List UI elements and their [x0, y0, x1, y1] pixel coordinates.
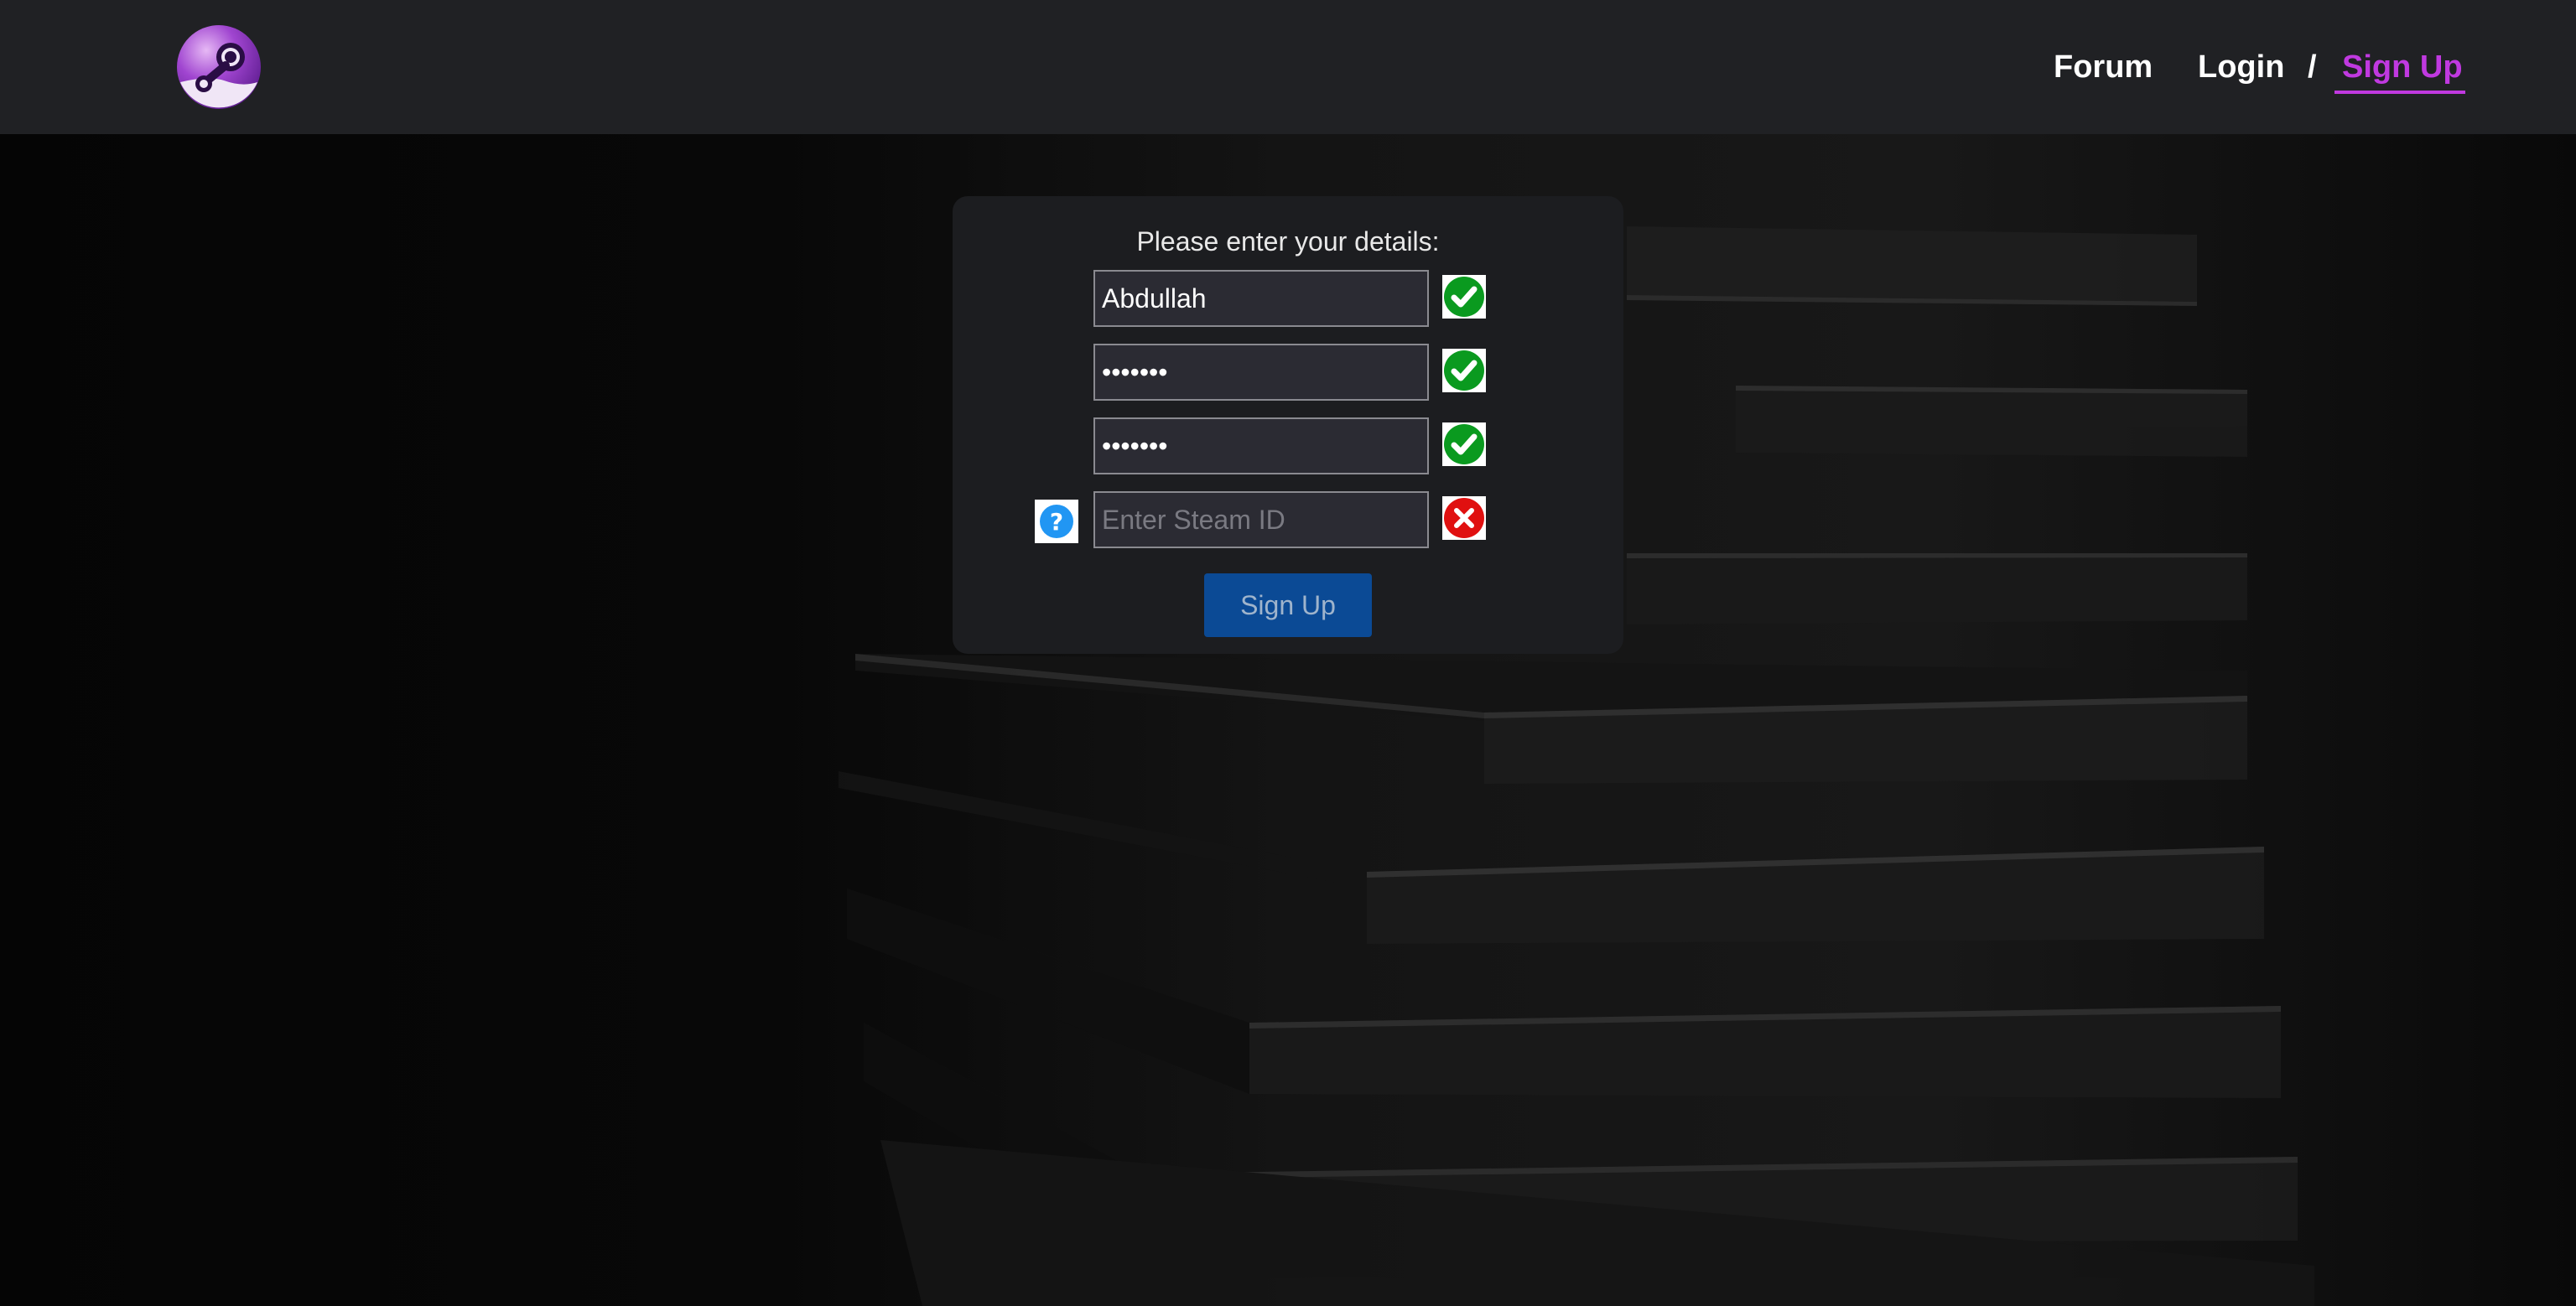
signup-submit-button[interactable]: Sign Up	[1204, 573, 1372, 637]
nav-login-link[interactable]: Login	[2198, 44, 2284, 91]
confirm-password-input[interactable]	[1093, 417, 1429, 474]
invalid-x-icon	[1442, 496, 1486, 540]
question-icon[interactable]: ?	[1035, 500, 1078, 543]
form-title: Please enter your details:	[1136, 226, 1440, 257]
svg-text:?: ?	[1050, 508, 1063, 536]
nav-forum-link[interactable]: Forum	[2054, 44, 2153, 91]
signup-form-card: Please enter your details: ? Sign Up	[953, 196, 1623, 654]
valid-check-icon	[1442, 422, 1486, 466]
top-navbar: Forum Login / Sign Up	[0, 0, 2576, 134]
password-input[interactable]	[1093, 344, 1429, 401]
steam-id-input[interactable]	[1093, 491, 1429, 548]
valid-check-icon	[1442, 275, 1486, 319]
username-input[interactable]	[1093, 270, 1429, 327]
nav-signup-link[interactable]: Sign Up	[2342, 44, 2463, 91]
steam-logo-icon[interactable]	[175, 23, 262, 111]
page: Forum Login / Sign Up Please enter your …	[0, 0, 2576, 1306]
active-nav-underline	[2334, 91, 2465, 94]
nav-separator: /	[2308, 49, 2317, 85]
valid-check-icon	[1442, 349, 1486, 392]
